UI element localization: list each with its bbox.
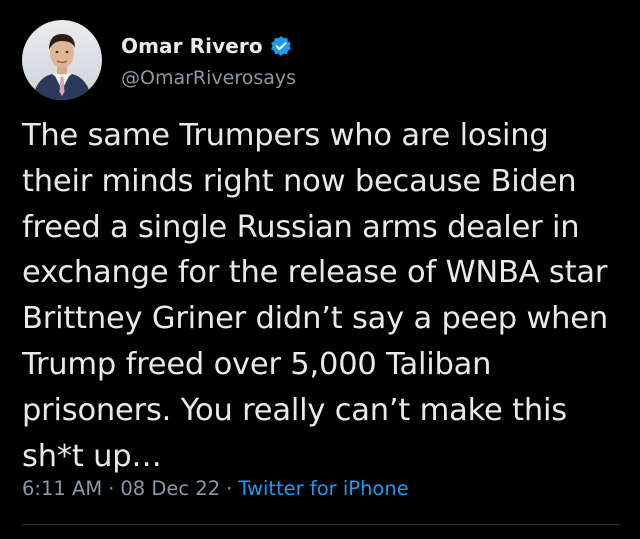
tweet-meta: 6:11 AM · 08 Dec 22 · Twitter for iPhone	[22, 477, 409, 500]
author-name-row: Omar Rivero	[121, 33, 292, 59]
tweet-date[interactable]: 08 Dec 22	[120, 477, 220, 500]
tweet-time[interactable]: 6:11 AM	[22, 477, 102, 500]
verified-badge-icon	[270, 35, 292, 57]
author-handle[interactable]: @OmarRiverosays	[121, 67, 296, 89]
meta-separator: ·	[226, 477, 233, 500]
author-display-name[interactable]: Omar Rivero	[121, 34, 263, 58]
avatar[interactable]	[22, 20, 102, 100]
meta-separator: ·	[108, 477, 115, 500]
tweet-text: The same Trumpers who are losing their m…	[22, 118, 608, 474]
divider	[22, 524, 620, 525]
tweet-source-link[interactable]: Twitter for iPhone	[238, 477, 408, 500]
tweet: Omar Rivero @OmarRiverosays The same Tru…	[0, 0, 640, 539]
